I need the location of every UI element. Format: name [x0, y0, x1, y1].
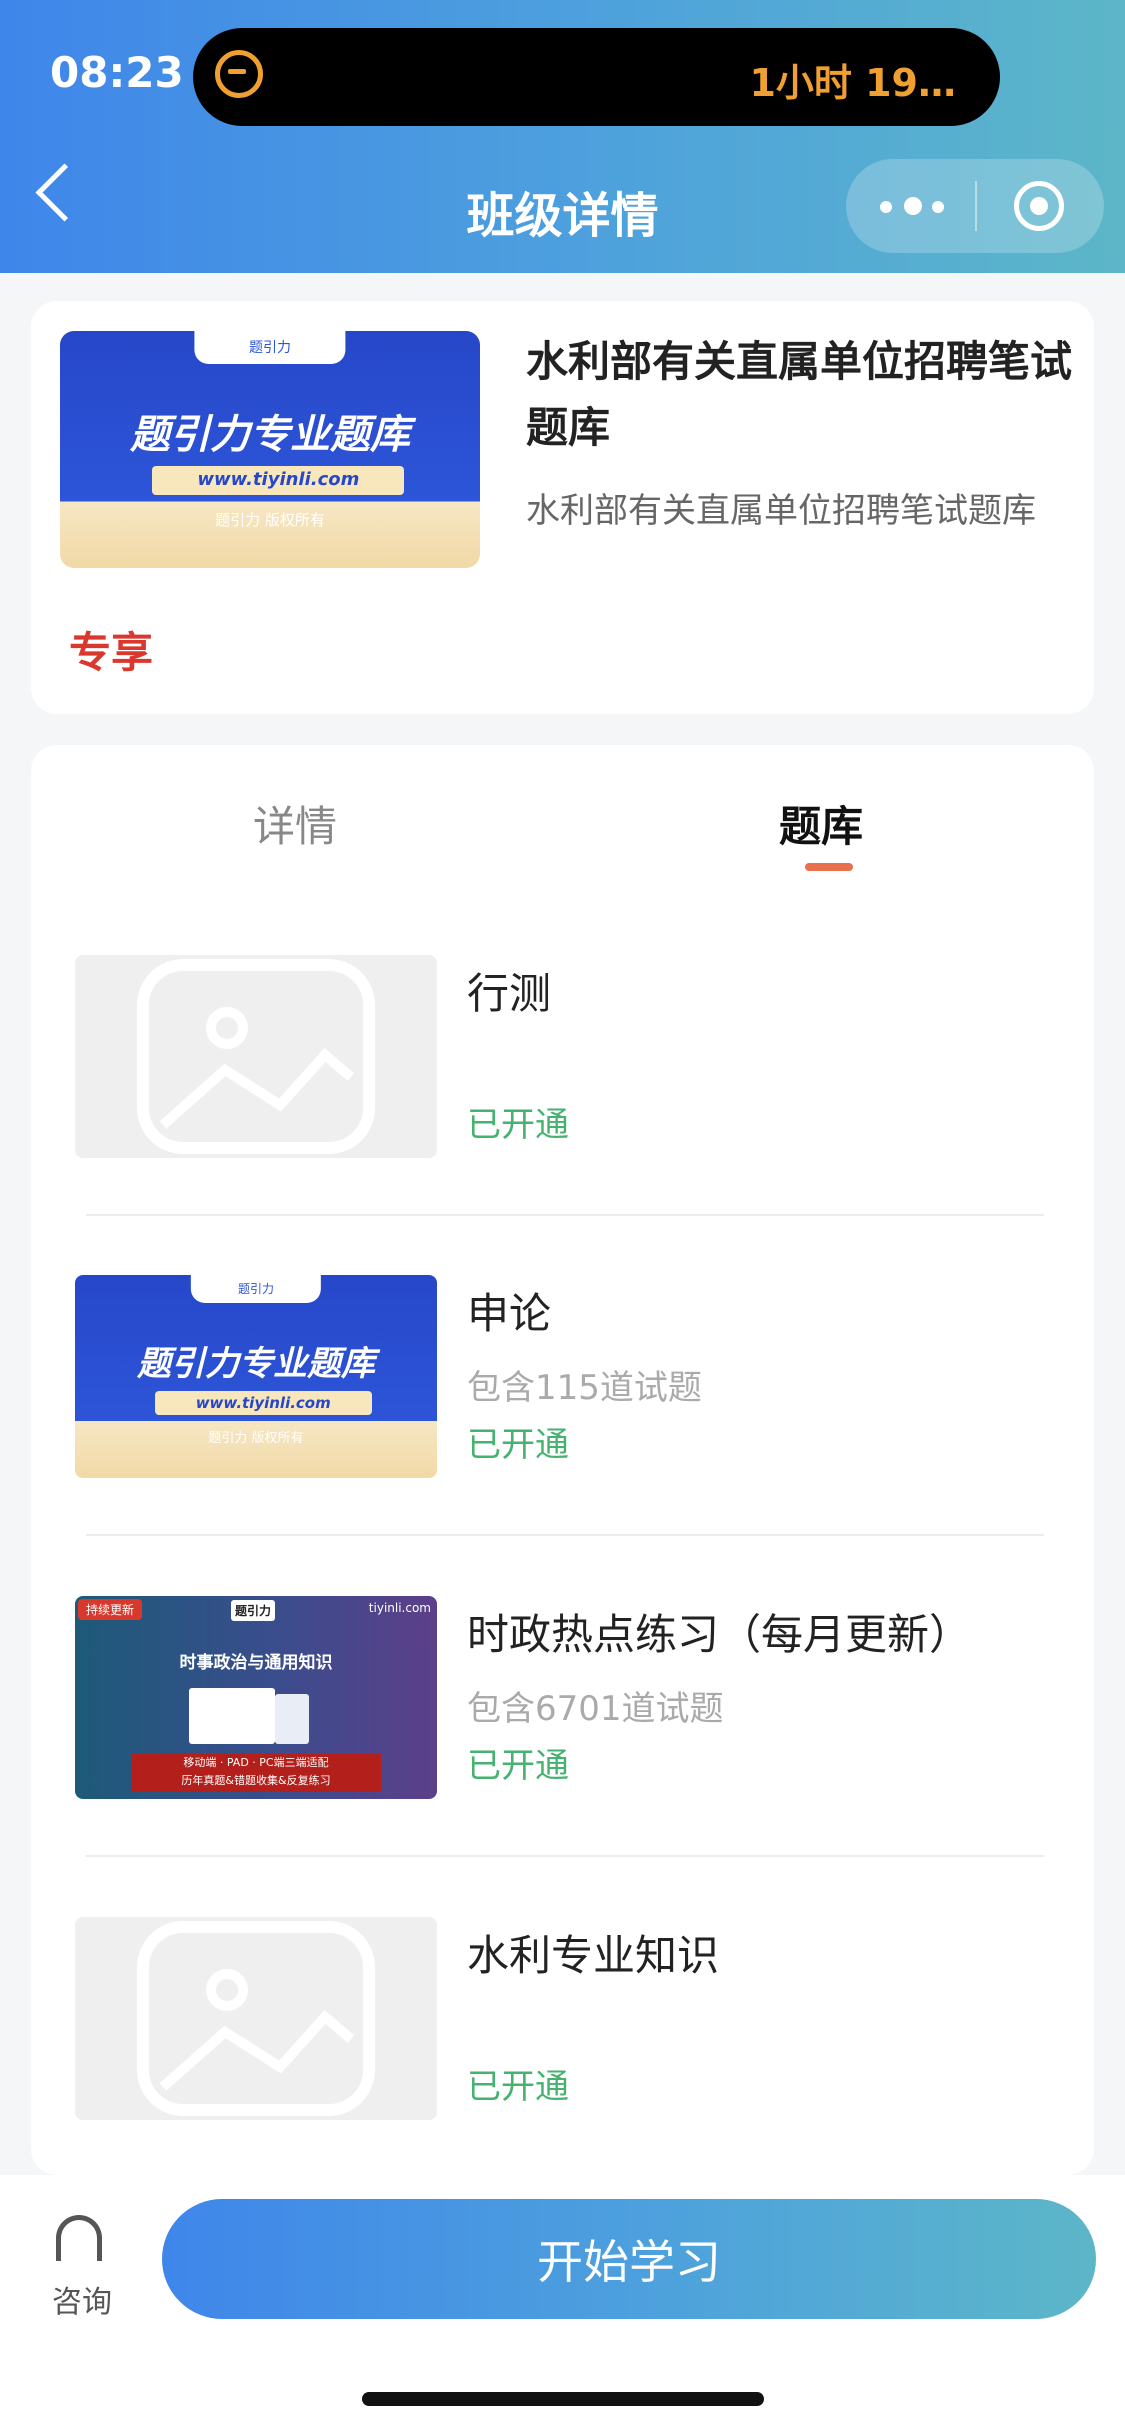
tab-question-bank[interactable]: 题库: [779, 793, 863, 854]
cover-copyright: 题引力 版权所有: [215, 510, 325, 529]
bottom-action-bar: 咨询 开始学习: [0, 2175, 1125, 2436]
device-illustration: [275, 1694, 309, 1744]
cover-line-2: 历年真题&错题收集&反复练习: [181, 1774, 331, 1787]
cover-logo: 题引力: [231, 1600, 276, 1621]
cover-banner: 移动端 · PAD · PC端三端适配 历年真题&错题收集&反复练习: [131, 1754, 381, 1792]
home-indicator[interactable]: [362, 2392, 764, 2406]
item-status: 已开通: [467, 1746, 569, 1786]
cover-brand: 题引力: [194, 331, 346, 365]
cover-url: www.tiyinli.com: [152, 466, 405, 495]
cover-site: tiyinli.com: [368, 1601, 431, 1615]
image-placeholder-icon: [75, 1917, 437, 2120]
image-placeholder-icon: [75, 955, 437, 1158]
cover-title: 题引力专业题库: [137, 1343, 375, 1384]
list-item[interactable]: 行测 已开通: [75, 955, 1075, 1160]
timer-icon: [215, 50, 263, 98]
list-item[interactable]: 题引力 题引力专业题库 www.tiyinli.com 题引力 版权所有 申论 …: [75, 1275, 1075, 1480]
item-count: 包含115道试题: [467, 1368, 702, 1408]
nav-header: 08:23 1小时 19… 班级详情: [0, 0, 1125, 273]
item-status: 已开通: [467, 1105, 569, 1145]
cover-line-1: 移动端 · PAD · PC端三端适配: [183, 1756, 329, 1769]
more-dots-icon[interactable]: [880, 197, 944, 215]
dynamic-island[interactable]: 1小时 19…: [193, 28, 1000, 126]
cover-headline: 时事政治与通用知识: [179, 1653, 333, 1673]
cover-title: 题引力专业题库: [130, 412, 410, 459]
headset-icon: [56, 2215, 102, 2261]
list-item[interactable]: 持续更新 题引力 tiyinli.com 时事政治与通用知识 移动端 · PAD…: [75, 1596, 1075, 1801]
item-count: 包含6701道试题: [467, 1689, 724, 1729]
activity-text: 1小时 19…: [749, 61, 956, 105]
item-status: 已开通: [467, 2067, 569, 2107]
target-circle-icon[interactable]: [1014, 181, 1064, 231]
exclusive-tag: 专享: [69, 628, 154, 677]
list-item[interactable]: 水利专业知识 已开通: [75, 1917, 1075, 2122]
course-cover-image: 题引力 题引力专业题库 www.tiyinli.com 题引力 版权所有: [60, 331, 480, 568]
item-title: 时政热点练习（每月更新）: [467, 1610, 972, 1659]
divider: [86, 1214, 1044, 1216]
course-title: 水利部有关直属单位招聘笔试题库: [526, 337, 1073, 452]
status-time: 08:23: [50, 48, 184, 97]
tab-detail[interactable]: 详情: [253, 793, 337, 854]
capsule-divider: [975, 181, 977, 231]
bank-cover-image: 题引力 题引力专业题库 www.tiyinli.com 题引力 版权所有: [75, 1275, 437, 1478]
cover-copyright: 题引力 版权所有: [208, 1431, 304, 1447]
item-status: 已开通: [467, 1425, 569, 1465]
consult-label: 咨询: [52, 2285, 112, 2320]
content-card: 详情 题库 行测 已开通 题引力 题引力专业题库 www.tiyinli.com…: [31, 745, 1094, 2175]
start-learning-button[interactable]: 开始学习: [162, 2199, 1096, 2319]
cover-url: www.tiyinli.com: [154, 1390, 372, 1416]
active-tab-indicator: [805, 863, 853, 871]
divider: [86, 1534, 1044, 1536]
item-title: 水利专业知识: [467, 1931, 720, 1980]
course-card: 题引力 题引力专业题库 www.tiyinli.com 题引力 版权所有 水利部…: [31, 301, 1094, 714]
bank-cover-image: 持续更新 题引力 tiyinli.com 时事政治与通用知识 移动端 · PAD…: [75, 1596, 437, 1799]
cover-brand: 题引力: [190, 1275, 322, 1304]
cover-badge: 持续更新: [78, 1599, 143, 1620]
device-illustration: [189, 1688, 275, 1744]
mini-program-capsule: [846, 159, 1104, 253]
item-title: 申论: [467, 1289, 552, 1338]
course-subtitle: 水利部有关直属单位招聘笔试题库: [526, 491, 1036, 531]
item-title: 行测: [467, 969, 552, 1018]
divider: [86, 1855, 1044, 1857]
